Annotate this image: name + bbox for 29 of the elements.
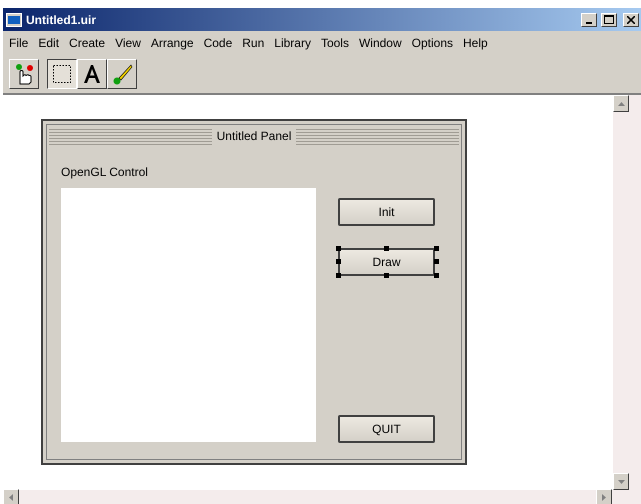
menu-item[interactable]: Help [458,32,493,54]
hand-pointer-icon[interactable] [9,59,39,89]
minimize-icon[interactable] [581,12,597,26]
scroll-up-icon[interactable] [613,95,629,112]
menu-item[interactable]: Create [64,32,110,54]
scroll-right-icon[interactable] [596,488,612,504]
canvas-label: OpenGL Control [61,164,149,181]
menu-item[interactable]: Tools [316,32,354,54]
panel-title: Untitled Panel [212,127,296,145]
selection-rectangle-icon[interactable] [47,59,77,89]
paintbrush-icon[interactable] [107,59,137,89]
menu-item[interactable]: Run [237,32,270,54]
app-icon [6,12,22,26]
scroll-down-icon[interactable] [613,473,629,490]
menu-item[interactable]: View [110,32,146,54]
text-tool-icon[interactable] [77,59,107,89]
panel-button[interactable]: QUIT [338,415,435,443]
menu-item[interactable]: Library [269,32,316,54]
menu-item[interactable]: Code [198,32,238,54]
close-icon[interactable] [623,12,639,26]
scroll-left-icon[interactable] [3,488,19,504]
panel-button[interactable]: Init [338,198,435,226]
window-title: Untitled1.uir [26,12,98,28]
menu-item[interactable]: Options [406,32,458,54]
maximize-icon[interactable] [601,12,617,26]
menu-item[interactable]: Arrange [146,32,199,54]
menu-item[interactable]: File [4,32,34,54]
menu-item[interactable]: Window [354,32,407,54]
menu-item[interactable]: Edit [33,32,64,54]
